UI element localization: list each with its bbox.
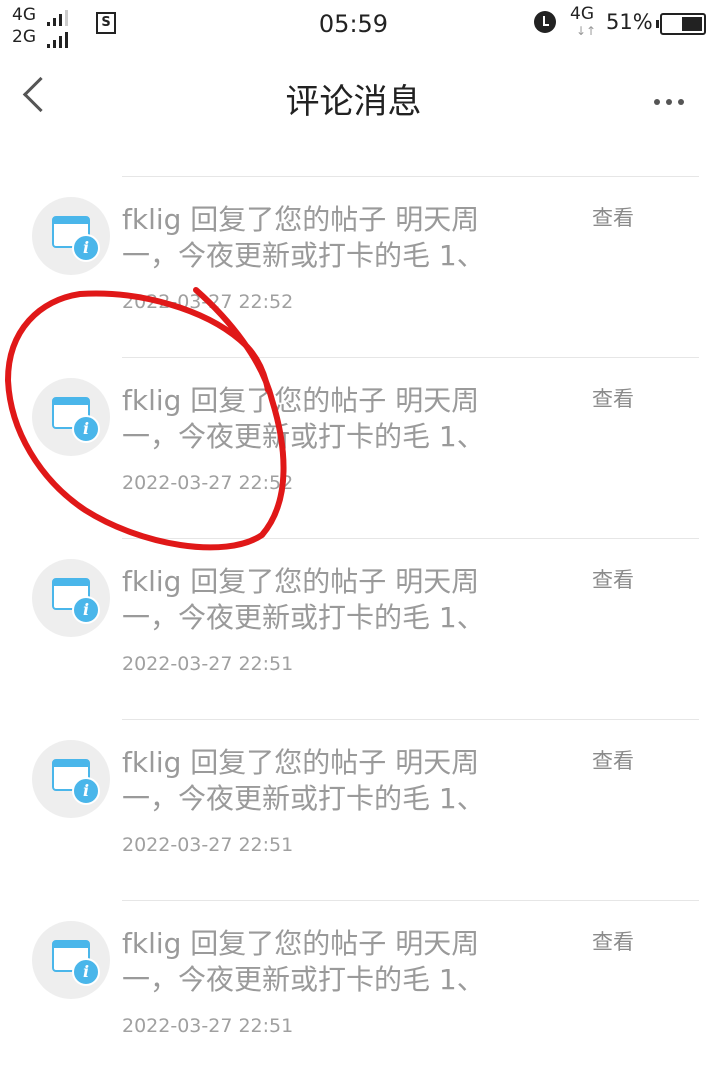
info-icon: i	[72, 777, 100, 805]
message-time: 2022-03-27 22:51	[122, 653, 294, 675]
view-button[interactable]: 查看	[592, 202, 634, 232]
avatar: i	[32, 378, 110, 456]
message-time: 2022-03-27 22:52	[122, 472, 294, 494]
more-dots-icon[interactable]	[654, 90, 690, 109]
avatar: i	[32, 921, 110, 999]
divider	[122, 176, 699, 177]
alarm-icon	[534, 11, 556, 33]
message-time: 2022-03-27 22:52	[122, 291, 294, 313]
message-time: 2022-03-27 22:51	[122, 1015, 294, 1037]
list-item[interactable]: i fklig 回复了您的帖子 明天周一，今夜更新或打卡的毛 1、 2022-0…	[0, 900, 707, 1081]
message-text: fklig 回复了您的帖子 明天周一，今夜更新或打卡的毛 1、	[122, 927, 485, 996]
info-icon: i	[72, 596, 100, 624]
info-icon: i	[72, 415, 100, 443]
nav-bar: 评论消息	[0, 60, 707, 132]
battery-percent: 51%	[606, 10, 653, 34]
avatar: i	[32, 197, 110, 275]
message-time: 2022-03-27 22:51	[122, 834, 294, 856]
divider	[122, 900, 699, 901]
avatar: i	[32, 740, 110, 818]
info-icon: i	[72, 234, 100, 262]
network-type: 4G	[570, 4, 594, 24]
message-text: fklig 回复了您的帖子 明天周一，今夜更新或打卡的毛 1、	[122, 203, 485, 272]
info-icon: i	[72, 958, 100, 986]
divider	[122, 719, 699, 720]
divider	[122, 538, 699, 539]
list-item[interactable]: i fklig 回复了您的帖子 明天周一，今夜更新或打卡的毛 1、 2022-0…	[0, 176, 707, 357]
avatar: i	[32, 559, 110, 637]
status-bar: 4G 2G S 05:59 4G ↓↑ 51%	[0, 0, 707, 48]
list-item[interactable]: i fklig 回复了您的帖子 明天周一，今夜更新或打卡的毛 1、 2022-0…	[0, 357, 707, 538]
page-title: 评论消息	[285, 82, 422, 122]
view-button[interactable]: 查看	[592, 383, 634, 413]
divider	[122, 357, 699, 358]
message-text: fklig 回复了您的帖子 明天周一，今夜更新或打卡的毛 1、	[122, 565, 485, 634]
message-text: fklig 回复了您的帖子 明天周一，今夜更新或打卡的毛 1、	[122, 746, 485, 815]
view-button[interactable]: 查看	[592, 745, 634, 775]
status-time: 05:59	[318, 10, 389, 38]
list-item[interactable]: i fklig 回复了您的帖子 明天周一，今夜更新或打卡的毛 1、 2022-0…	[0, 719, 707, 900]
message-text: fklig 回复了您的帖子 明天周一，今夜更新或打卡的毛 1、	[122, 384, 485, 453]
list-item[interactable]: i fklig 回复了您的帖子 明天周一，今夜更新或打卡的毛 1、 2022-0…	[0, 538, 707, 719]
message-list: i fklig 回复了您的帖子 明天周一，今夜更新或打卡的毛 1、 2022-0…	[0, 176, 707, 1081]
data-arrows-icon: ↓↑	[576, 24, 597, 38]
view-button[interactable]: 查看	[592, 564, 634, 594]
battery-icon	[656, 13, 706, 35]
view-button[interactable]: 查看	[592, 926, 634, 956]
